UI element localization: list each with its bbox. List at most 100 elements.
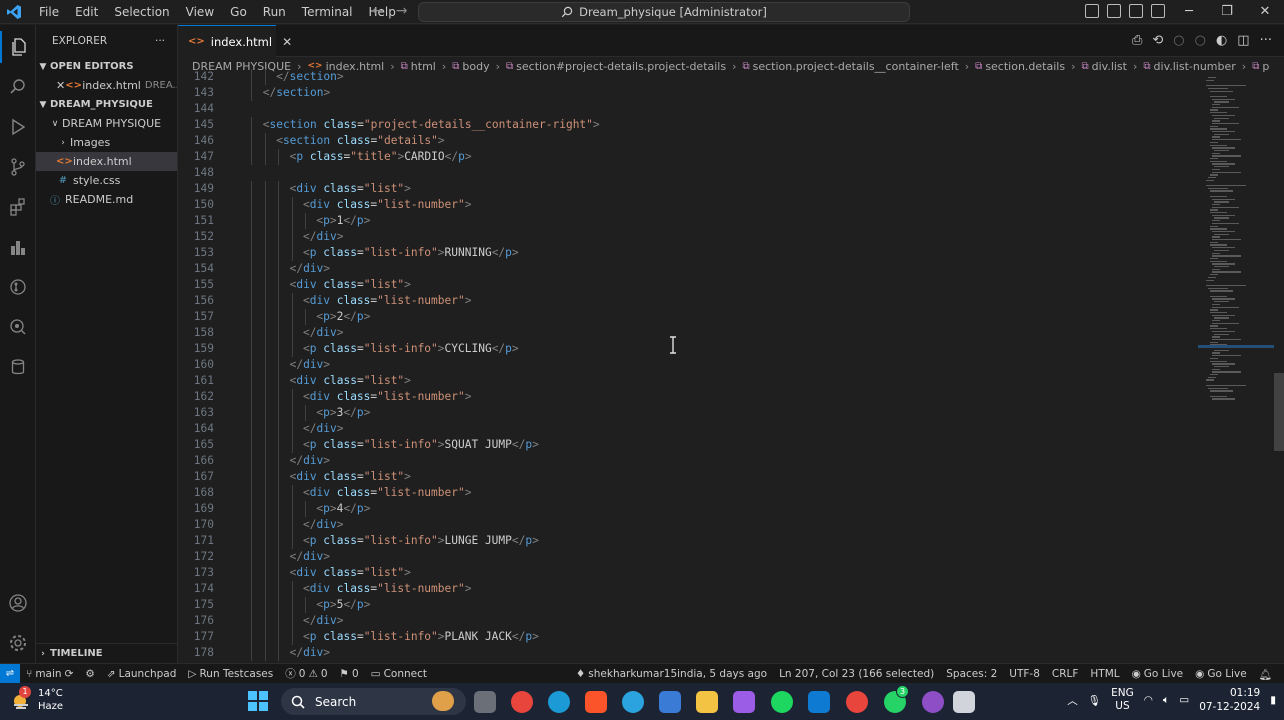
code-line[interactable]: 150 <div class="list-number"> xyxy=(178,197,1198,213)
back-arrow-icon[interactable]: ← xyxy=(372,3,384,19)
code-line[interactable]: 172 </div> xyxy=(178,549,1198,565)
encoding[interactable]: UTF-8 xyxy=(1003,668,1046,680)
remote-indicator-icon[interactable]: ⇌ xyxy=(0,663,20,684)
more-actions-icon[interactable]: ··· xyxy=(1260,33,1272,48)
code-line[interactable]: 164 </div> xyxy=(178,421,1198,437)
cursor-position[interactable]: Ln 207, Col 23 (166 selected) xyxy=(773,668,940,680)
code-line[interactable]: 176 </div> xyxy=(178,613,1198,629)
blame-status[interactable]: ♦ shekharkumar15india, 5 days ago xyxy=(570,668,773,680)
account-icon[interactable] xyxy=(0,587,36,619)
code-line[interactable]: 160 </div> xyxy=(178,357,1198,373)
command-center[interactable]: Dream_physique [Administrator] xyxy=(418,2,910,22)
menu-selection[interactable]: Selection xyxy=(106,0,177,24)
code-line[interactable]: 168 <div class="list-number"> xyxy=(178,485,1198,501)
brave-icon[interactable] xyxy=(585,691,607,713)
chrome-icon[interactable] xyxy=(511,691,533,713)
code-line[interactable]: 171 <p class="list-info">LUNGE JUMP</p> xyxy=(178,533,1198,549)
code-line[interactable]: 146 <section class="details"> xyxy=(178,133,1198,149)
code-line[interactable]: 159 <p class="list-info">CYCLING</p> xyxy=(178,341,1198,357)
restore-icon[interactable]: ❐ xyxy=(1208,0,1246,24)
print-icon[interactable]: ⎙ xyxy=(1132,33,1142,48)
code-line[interactable]: 155 <div class="list"> xyxy=(178,277,1198,293)
menu-edit[interactable]: Edit xyxy=(67,0,106,24)
menu-terminal[interactable]: Terminal xyxy=(294,0,361,24)
search-sidebar-icon[interactable] xyxy=(0,71,36,103)
open-changes-icon[interactable]: ⟲ xyxy=(1152,33,1163,48)
file-explorer-icon[interactable] xyxy=(696,691,718,713)
code-line[interactable]: 147 <p class="title">CARDIO</p> xyxy=(178,149,1198,165)
vertical-scrollbar[interactable] xyxy=(1274,373,1284,451)
code-line[interactable]: 175 <p>5</p> xyxy=(178,597,1198,613)
code-line[interactable]: 167 <div class="list"> xyxy=(178,469,1198,485)
next-change-icon[interactable]: ○ xyxy=(1195,33,1206,48)
explorer-icon[interactable] xyxy=(0,31,36,63)
snipping-tool-icon[interactable] xyxy=(953,691,975,713)
gitlens-icon[interactable] xyxy=(0,271,36,303)
code-line[interactable]: 165 <p class="list-info">SQUAT JUMP</p> xyxy=(178,437,1198,453)
file-index-html[interactable]: <> index.html xyxy=(36,152,177,171)
timeline-header[interactable]: › TIMELINE xyxy=(36,643,178,663)
code-line[interactable]: 162 <div class="list-number"> xyxy=(178,389,1198,405)
extensions-icon[interactable] xyxy=(0,191,36,223)
clock[interactable]: 01:19 07-12-2024 xyxy=(1199,686,1260,714)
connect-status[interactable]: ▭ Connect xyxy=(365,668,433,680)
code-line[interactable]: 145 <section class="project-details__cont… xyxy=(178,117,1198,133)
volume-icon[interactable]: 🔈︎ xyxy=(1163,694,1169,707)
microphone-icon[interactable]: 🎙︎ xyxy=(1088,694,1101,707)
weather-widget[interactable]: 1 14°C Haze xyxy=(10,686,63,713)
more-actions-icon[interactable]: ··· xyxy=(155,35,165,47)
code-editor[interactable]: 142 </section> 143 </section> 144 145 <section… xyxy=(178,69,1198,663)
wifi-icon[interactable]: ◠ xyxy=(1144,694,1153,706)
notifications-bell-icon[interactable]: 🔔︎ xyxy=(1253,668,1278,681)
indentation[interactable]: Spaces: 2 xyxy=(940,668,1003,680)
code-line[interactable]: 144 xyxy=(178,101,1198,117)
run-testcases-status[interactable]: ▷ Run Testcases xyxy=(182,668,279,680)
close-tab-icon[interactable]: ✕ xyxy=(282,35,292,49)
chevron-up-icon[interactable]: ︿ xyxy=(1067,693,1078,708)
code-line[interactable]: 156 <div class="list-number"> xyxy=(178,293,1198,309)
code-line[interactable]: 166 </div> xyxy=(178,453,1198,469)
menu-view[interactable]: View xyxy=(178,0,222,24)
code-line[interactable]: 143 </section> xyxy=(178,85,1198,101)
git-graph-status[interactable]: ⚙ xyxy=(79,668,100,680)
tab-index-html[interactable]: <> index.html ✕ xyxy=(178,25,292,57)
code-line[interactable]: 157 <p>2</p> xyxy=(178,309,1198,325)
toggle-primary-sidebar-icon[interactable] xyxy=(1085,4,1099,18)
settings-gear-icon[interactable] xyxy=(0,627,36,659)
launchpad-status[interactable]: ⇗ Launchpad xyxy=(101,668,183,680)
task-view-icon[interactable] xyxy=(474,691,496,713)
branch-status[interactable]: ⑂ main ⟳ xyxy=(20,668,79,680)
code-line[interactable]: 170 </div> xyxy=(178,517,1198,533)
code-line[interactable]: 173 <div class="list"> xyxy=(178,565,1198,581)
minimap[interactable] xyxy=(1198,69,1274,663)
input-language[interactable]: ENG US xyxy=(1111,687,1134,713)
folder-images[interactable]: › Images xyxy=(36,133,177,152)
problems-status[interactable]: ⓧ 0 ⚠ 0 xyxy=(279,666,333,681)
menu-go[interactable]: Go xyxy=(222,0,255,24)
run-debug-icon[interactable] xyxy=(0,111,36,143)
whatsapp-icon[interactable]: 3 xyxy=(884,685,909,713)
menu-run[interactable]: Run xyxy=(255,0,294,24)
code-line[interactable]: 154 </div> xyxy=(178,261,1198,277)
store-icon[interactable] xyxy=(659,691,681,713)
battery-icon[interactable]: ▭ xyxy=(1179,694,1189,706)
code-line[interactable]: 148 xyxy=(178,165,1198,181)
open-editor-item[interactable]: ✕ <> index.html DREA... xyxy=(36,76,177,95)
previous-change-icon[interactable]: ○ xyxy=(1173,33,1184,48)
code-line[interactable]: 149 <div class="list"> xyxy=(178,181,1198,197)
charts-icon[interactable] xyxy=(0,231,36,263)
code-line[interactable]: 169 <p>4</p> xyxy=(178,501,1198,517)
code-line[interactable]: 163 <p>3</p> xyxy=(178,405,1198,421)
toggle-secondary-sidebar-icon[interactable] xyxy=(1129,4,1143,18)
spotify-icon[interactable] xyxy=(771,691,793,713)
menu-file[interactable]: File xyxy=(31,0,67,24)
code-line[interactable]: 152 </div> xyxy=(178,229,1198,245)
code-line[interactable]: 178 </div> xyxy=(178,645,1198,661)
code-line[interactable]: 151 <p>1</p> xyxy=(178,213,1198,229)
close-editor-icon[interactable]: ✕ xyxy=(56,79,65,92)
split-editor-icon[interactable]: ◫ xyxy=(1237,33,1249,48)
go-live-button-2[interactable]: ◉ Go Live xyxy=(1189,668,1253,680)
toggle-panel-icon[interactable] xyxy=(1107,4,1121,18)
language-mode[interactable]: HTML xyxy=(1084,668,1125,680)
open-editors-header[interactable]: ▼ OPEN EDITORS xyxy=(36,57,177,76)
